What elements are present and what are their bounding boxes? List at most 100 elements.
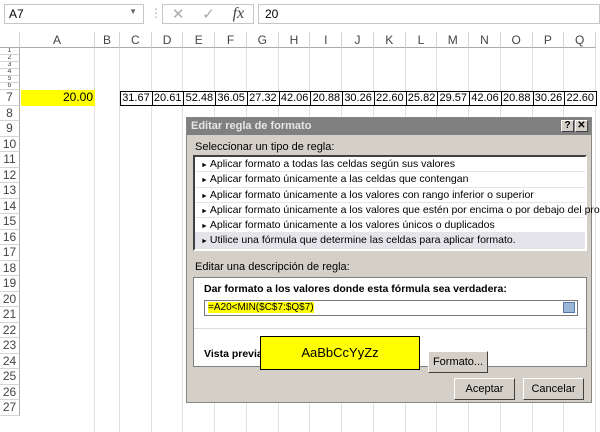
formula-buttons: ✕ ✓ fx (162, 4, 254, 24)
arrow-icon: ► (201, 223, 210, 231)
dialog-title: Editar regla de formato (191, 120, 312, 132)
column-header-B[interactable]: B (95, 32, 120, 48)
row-header-7[interactable]: 7 (0, 90, 20, 106)
column-header-P[interactable]: P (532, 32, 565, 48)
name-box[interactable]: A7 ▼ (4, 4, 144, 24)
close-button[interactable]: ✕ (575, 120, 588, 132)
column-header-D[interactable]: D (151, 32, 184, 48)
cell-M7[interactable]: 29.57 (437, 91, 471, 106)
row-header-21[interactable]: 21 (0, 307, 20, 323)
cell-C7[interactable]: 31.67 (120, 91, 153, 106)
row-header-1[interactable]: 1 (0, 48, 20, 55)
select-rule-type-label: Seleccionar un tipo de regla: (195, 141, 335, 153)
formula-field[interactable]: =A20<MIN($C$7:$Q$7) (204, 300, 578, 316)
row-header-27[interactable]: 27 (0, 400, 20, 416)
cell-Q7[interactable]: 22.60 (564, 91, 597, 106)
rule-type-label: Aplicar formato únicamente a los valores… (209, 203, 600, 216)
row-header-11[interactable]: 11 (0, 152, 20, 168)
column-header-A[interactable]: A (20, 32, 95, 48)
arrow-icon: ► (201, 238, 210, 246)
cell-G7[interactable]: 27.32 (246, 91, 280, 106)
rule-type-item[interactable]: ► Aplicar formato únicamente a los valor… (195, 218, 585, 234)
row-header-2[interactable]: 2 (0, 55, 20, 62)
column-header-H[interactable]: H (278, 32, 311, 48)
row-header-25[interactable]: 25 (0, 369, 20, 385)
cell-J7[interactable]: 30.26 (342, 91, 375, 106)
row-header-23[interactable]: 23 (0, 338, 20, 354)
row-header-9[interactable]: 9 (0, 121, 20, 137)
row-header-24[interactable]: 24 (0, 353, 20, 369)
gridline (150, 48, 152, 432)
enter-icon[interactable]: ✓ (202, 5, 215, 23)
column-header-L[interactable]: L (405, 32, 438, 48)
rule-type-label: Aplicar formato únicamente a los valores… (209, 188, 534, 201)
row-header-19[interactable]: 19 (0, 276, 20, 292)
formula-input[interactable]: 20 (258, 4, 600, 24)
row-header-5[interactable]: 5 (0, 76, 20, 83)
row-header-15[interactable]: 15 (0, 214, 20, 230)
row-header-22[interactable]: 22 (0, 322, 20, 338)
help-button[interactable]: ? (561, 120, 574, 132)
column-header-F[interactable]: F (215, 32, 247, 48)
column-header-Q[interactable]: Q (564, 32, 596, 48)
cancel-button[interactable]: Cancelar (523, 378, 584, 400)
row-header-26[interactable]: 26 (0, 384, 20, 400)
column-header-I[interactable]: I (310, 32, 343, 48)
cancel-icon[interactable]: ✕ (172, 5, 185, 23)
rule-type-list[interactable]: ► Aplicar formato a todas las celdas seg… (193, 155, 600, 251)
column-header-M[interactable]: M (437, 32, 470, 48)
arrow-icon: ► (201, 162, 210, 169)
column-header-E[interactable]: E (183, 32, 216, 48)
gridline (595, 48, 596, 432)
format-button[interactable]: Formato... (428, 351, 488, 373)
dialog-title-bar: Editar regla de formato ? ✕ (187, 118, 591, 135)
row-header-4[interactable]: 4 (0, 69, 20, 76)
column-header-J[interactable]: J (342, 32, 374, 48)
edit-rule-description-label: Editar una descripción de regla: (195, 261, 350, 273)
column-header-G[interactable]: G (246, 32, 279, 48)
rule-type-label: Aplicar formato a todas las celdas según… (209, 158, 455, 170)
cell-N7[interactable]: 42.06 (469, 91, 502, 106)
insert-function-icon[interactable]: fx (233, 5, 245, 23)
rule-type-label: Aplicar formato únicamente a los valores… (209, 219, 495, 232)
row-header-3[interactable]: 3 (0, 62, 20, 69)
cell-I7[interactable]: 20.88 (310, 91, 344, 106)
row-header-6[interactable]: 6 (0, 83, 20, 90)
row-header-20[interactable]: 20 (0, 291, 20, 307)
rule-type-label: Aplicar formato únicamente a las celdas … (209, 173, 469, 186)
cell-E7[interactable]: 52.48 (183, 91, 217, 106)
select-all-corner[interactable] (0, 32, 20, 48)
cell-H7[interactable]: 42.06 (278, 91, 312, 106)
rule-type-item[interactable]: ► Aplicar formato únicamente a los valor… (195, 188, 585, 203)
cell-O7[interactable]: 20.88 (500, 91, 534, 106)
column-header-N[interactable]: N (469, 32, 501, 48)
separator-icon: ⋮ (150, 6, 162, 20)
chevron-down-icon[interactable]: ▼ (129, 7, 137, 16)
range-selector-icon[interactable] (563, 302, 575, 313)
row-header-10[interactable]: 10 (0, 136, 20, 152)
row-header-8[interactable]: 8 (0, 105, 20, 121)
row-header-18[interactable]: 18 (0, 260, 20, 276)
rule-type-item[interactable]: ► Aplicar formato únicamente a las celda… (195, 172, 585, 188)
column-header-C[interactable]: C (120, 32, 152, 48)
cell-K7[interactable]: 22.60 (373, 91, 407, 106)
cell-D7[interactable]: 20.61 (151, 91, 185, 106)
rule-type-item[interactable]: ► Aplicar formato únicamente a los valor… (195, 203, 600, 219)
rule-type-item[interactable]: ► Utilice una fórmula que determine las … (195, 233, 585, 249)
rule-type-item[interactable]: ► Aplicar formato a todas las celdas seg… (195, 157, 585, 173)
gridline (94, 48, 95, 432)
row-header-16[interactable]: 16 (0, 229, 20, 245)
row-header-17[interactable]: 17 (0, 245, 20, 261)
cell-A7[interactable]: 20.00 (21, 90, 95, 106)
column-header-O[interactable]: O (500, 32, 533, 48)
row-header-14[interactable]: 14 (0, 198, 20, 214)
ok-button[interactable]: Aceptar (454, 378, 515, 400)
preview-label: Vista previa: (204, 348, 267, 360)
row-header-12[interactable]: 12 (0, 167, 20, 183)
column-header-K[interactable]: K (373, 32, 406, 48)
row-header-13[interactable]: 13 (0, 183, 20, 199)
arrow-icon: ► (201, 177, 210, 185)
cell-L7[interactable]: 25.82 (405, 91, 439, 106)
cell-F7[interactable]: 36.05 (215, 91, 248, 106)
cell-P7[interactable]: 30.26 (532, 91, 566, 106)
